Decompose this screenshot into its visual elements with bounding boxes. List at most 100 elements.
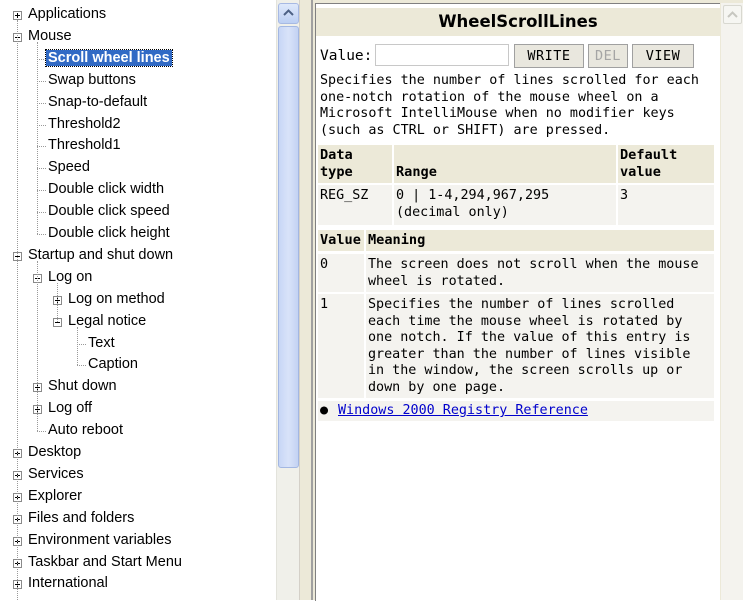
- content-scroll-up-button[interactable]: [723, 5, 742, 24]
- tree-connector: [37, 102, 46, 104]
- tree-connector: [37, 80, 46, 82]
- tree-item[interactable]: Mouse: [26, 26, 74, 47]
- tree-item-label: Scroll wheel lines: [45, 48, 173, 67]
- tree-item[interactable]: Snap-to-default: [46, 92, 149, 113]
- cell-range: 0 | 1-4,294,967,295 (decimal only): [394, 185, 616, 225]
- content-scrollbar[interactable]: [721, 3, 743, 600]
- header-value: Value: [318, 230, 364, 251]
- tree-connector: [37, 234, 46, 235]
- meaning-row-text: The screen does not scroll when the mous…: [366, 254, 714, 292]
- tree-connector: [37, 168, 46, 170]
- description-text: Specifies the number of lines scrolled f…: [320, 73, 699, 138]
- tree-connector: [37, 58, 46, 60]
- tree-item[interactable]: Environment variables: [26, 530, 173, 551]
- tree-item[interactable]: Explorer: [26, 486, 84, 507]
- tree-item-label: Mouse: [28, 27, 72, 44]
- tree-item[interactable]: Text: [86, 333, 117, 354]
- tree-item[interactable]: Double click speed: [46, 201, 172, 222]
- meaning-row-text: Specifies the number of lines scrolled e…: [366, 294, 714, 398]
- tree-item-label: Log off: [48, 400, 93, 417]
- tree-item[interactable]: Services: [26, 464, 86, 485]
- tree-connector: [37, 212, 46, 214]
- tree-item[interactable]: Caption: [86, 354, 140, 375]
- tree-connector: [57, 282, 58, 322]
- tree-item[interactable]: Applications: [26, 4, 108, 25]
- tree-item-label: Swap buttons: [48, 71, 136, 88]
- tree-connector: [37, 124, 46, 126]
- tree-connector: [77, 343, 86, 345]
- tree-item[interactable]: Threshold1: [46, 135, 123, 156]
- tree-item[interactable]: Desktop: [26, 442, 83, 463]
- tree-item-label: Double click speed: [48, 203, 170, 220]
- tree-item-label: Threshold1: [48, 137, 121, 154]
- tree-item-label: Caption: [88, 356, 138, 373]
- tree-item[interactable]: Threshold2: [46, 114, 123, 135]
- tree-connector: [77, 365, 86, 367]
- tree-item-label: Text: [88, 334, 115, 351]
- tree-item-label: Legal notice: [68, 312, 147, 329]
- content-pane: WheelScrollLines Value: WRITE DEL VIEW S…: [311, 0, 743, 601]
- bullet-icon: ●: [320, 403, 329, 418]
- tree-item-label: Explorer: [28, 487, 82, 504]
- meaning-row-value: 1: [318, 294, 364, 398]
- tree-item-label: Auto reboot: [48, 422, 123, 439]
- content-document: WheelScrollLines Value: WRITE DEL VIEW S…: [315, 3, 720, 601]
- tree-item-label: Services: [28, 465, 84, 482]
- tree-connector: [37, 190, 46, 192]
- meaning-row-value: 0: [318, 254, 364, 292]
- tree-item-label: Speed: [48, 159, 90, 176]
- tree-item-label: Taskbar and Start Menu: [28, 553, 182, 570]
- chevron-up-icon: [727, 11, 738, 18]
- tree-item[interactable]: Auto reboot: [46, 420, 125, 441]
- tree-item-label: Double click height: [48, 225, 170, 241]
- tree-item[interactable]: Startup and shut down: [26, 245, 175, 266]
- tree-item[interactable]: Swap buttons: [46, 70, 138, 91]
- tree-item[interactable]: Log on method: [66, 289, 167, 310]
- tree-pane: Applications Mouse Scroll wheel lines Swap …: [0, 0, 276, 600]
- tree-item-label: Log on: [48, 268, 93, 285]
- tree-item-label: Environment variables: [28, 531, 172, 548]
- write-button[interactable]: WRITE: [514, 44, 584, 68]
- tree-item[interactable]: Taskbar and Start Menu: [26, 552, 184, 573]
- tree-item-label: Threshold2: [48, 115, 121, 132]
- cell-data-type: REG_SZ: [318, 185, 392, 225]
- header-meaning: Meaning: [366, 230, 714, 251]
- tree-item-label: Shut down: [48, 378, 117, 395]
- tree-scroll-up-button[interactable]: [278, 3, 299, 24]
- tree-connector: [17, 20, 18, 600]
- header-range: Range: [394, 145, 616, 183]
- view-button[interactable]: VIEW: [632, 44, 694, 68]
- chevron-up-icon: [283, 9, 294, 16]
- tree-connector: [37, 41, 38, 234]
- tree-item-label: International: [28, 575, 108, 592]
- tree-item[interactable]: Shut down: [46, 376, 119, 397]
- header-default-value: Default value: [618, 145, 714, 183]
- tree-item[interactable]: Files and folders: [26, 508, 136, 529]
- tree-connector: [37, 260, 38, 432]
- page-title: WheelScrollLines: [316, 8, 720, 36]
- tree-item[interactable]: International: [26, 573, 110, 594]
- tree-scrollbar[interactable]: [276, 0, 299, 600]
- tree-connector: [77, 326, 78, 366]
- tree-connector: [37, 431, 46, 433]
- tree-item-label: Log on method: [68, 290, 165, 307]
- del-button[interactable]: DEL: [588, 44, 628, 68]
- header-data-type: Data type: [318, 145, 392, 183]
- value-label: Value:: [320, 48, 373, 64]
- tree-item[interactable]: Double click width: [46, 179, 166, 200]
- tree-item[interactable]: Speed: [46, 157, 92, 178]
- tree-item[interactable]: Legal notice: [66, 311, 148, 332]
- tree-item-label: Startup and shut down: [28, 246, 174, 263]
- tree-item-label: Snap-to-default: [48, 93, 148, 110]
- tree-item[interactable]: Log on: [46, 267, 94, 288]
- tree-item-label: Files and folders: [28, 509, 135, 526]
- expand-icon[interactable]: [13, 11, 22, 20]
- tree-item-label: Double click width: [48, 181, 165, 198]
- cell-default-value: 3: [618, 185, 714, 225]
- value-input[interactable]: [375, 44, 509, 66]
- tree-item[interactable]: Scroll wheel lines: [45, 48, 173, 69]
- registry-reference-link[interactable]: Windows 2000 Registry Reference: [338, 403, 588, 418]
- tree-item[interactable]: Double click height: [46, 223, 172, 244]
- tree-scroll-thumb[interactable]: [278, 26, 299, 468]
- tree-item[interactable]: Log off: [46, 398, 94, 419]
